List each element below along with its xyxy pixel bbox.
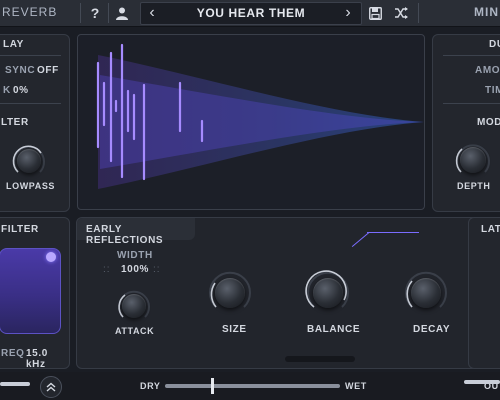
- divider: [108, 3, 109, 23]
- depth-label: DEPTH: [457, 181, 491, 191]
- time-label: TIM: [485, 85, 500, 96]
- width-label: WIDTH: [117, 250, 153, 261]
- input-level-slider[interactable]: [0, 382, 30, 386]
- shuffle-icon[interactable]: [392, 3, 410, 23]
- save-icon[interactable]: [366, 3, 384, 23]
- balance-label: BALANCE: [307, 324, 361, 335]
- size-label: SIZE: [222, 324, 247, 335]
- early-reflections-panel: EARLY REFLECTIONS WIDTH :: 100% :: ATTAC…: [76, 217, 478, 369]
- delay-title: LAY: [3, 39, 24, 50]
- view-mode-label[interactable]: MIN: [474, 5, 499, 19]
- user-icon[interactable]: [112, 3, 132, 23]
- filter-title: LTER: [1, 117, 29, 128]
- balance-knob[interactable]: [305, 270, 351, 316]
- next-preset-button[interactable]: ›: [341, 3, 355, 23]
- dry-wet-thumb[interactable]: [210, 378, 214, 394]
- accent-line: [351, 232, 370, 248]
- width-value[interactable]: 100%: [121, 264, 149, 275]
- freq-value[interactable]: 15.0 kHz: [26, 348, 69, 370]
- output-level-slider[interactable]: [464, 380, 500, 384]
- late-reflections-title: LAT: [481, 224, 500, 235]
- decay-label: DECAY: [413, 324, 451, 335]
- lowpass-knob[interactable]: [11, 143, 47, 179]
- dry-label: DRY: [140, 381, 161, 391]
- filter-panel-title: FILTER: [1, 224, 39, 235]
- collapse-button[interactable]: [40, 376, 62, 398]
- size-knob[interactable]: [207, 270, 253, 316]
- filter-xy-pad[interactable]: [0, 248, 61, 334]
- dry-wet-slider[interactable]: [165, 378, 340, 394]
- early-reflections-tab[interactable]: EARLY REFLECTIONS: [77, 218, 195, 246]
- decay-knob[interactable]: [403, 270, 449, 316]
- k-value[interactable]: 0%: [13, 85, 29, 96]
- wet-label: WET: [345, 381, 367, 391]
- preset-name: YOU HEAR THEM: [196, 6, 306, 20]
- help-button[interactable]: ?: [86, 3, 104, 23]
- amount-label: AMOU: [475, 65, 500, 76]
- bottom-bar: DRY WET OU: [0, 372, 500, 400]
- late-reflections-panel: LAT: [468, 217, 500, 369]
- sync-label: SYNC: [5, 65, 36, 76]
- accent-line: [367, 232, 419, 233]
- filter-handle[interactable]: [46, 252, 56, 262]
- freq-label: REQ: [1, 348, 25, 359]
- chevron-up-icon: [46, 382, 56, 392]
- attack-knob[interactable]: [116, 288, 152, 324]
- early-reflections-title: EARLY REFLECTIONS: [86, 224, 164, 246]
- divider: [418, 3, 419, 23]
- decay-tail-inner: [100, 75, 424, 169]
- width-dots-right: ::: [153, 264, 161, 275]
- divider: [443, 103, 500, 104]
- reverb-visualizer: [77, 34, 425, 210]
- delay-panel: LAY SYNC OFF K 0% LTER LOWPASS: [0, 34, 70, 212]
- depth-knob[interactable]: [454, 141, 492, 179]
- divider: [443, 55, 500, 56]
- plugin-title: REVERB: [2, 5, 58, 19]
- sync-value[interactable]: OFF: [37, 65, 59, 76]
- k-label: K: [3, 85, 11, 96]
- preset-selector[interactable]: ‹ YOU HEAR THEM ›: [140, 2, 362, 25]
- width-dots-left: ::: [103, 264, 111, 275]
- divider: [80, 3, 81, 23]
- modulation-title: DU: [489, 39, 500, 50]
- divider: [0, 103, 61, 104]
- filter-panel: FILTER REQ 15.0 kHz: [0, 217, 70, 370]
- panel-notch: [285, 356, 355, 362]
- top-bar: REVERB ? ‹ YOU HEAR THEM › MIN: [0, 0, 500, 27]
- divider: [0, 55, 61, 56]
- modulation-panel: DU AMOU TIM MOD DEPTH: [432, 34, 500, 212]
- mode-label: MOD: [477, 117, 500, 128]
- attack-label: ATTACK: [115, 326, 155, 336]
- lowpass-label: LOWPASS: [6, 181, 56, 191]
